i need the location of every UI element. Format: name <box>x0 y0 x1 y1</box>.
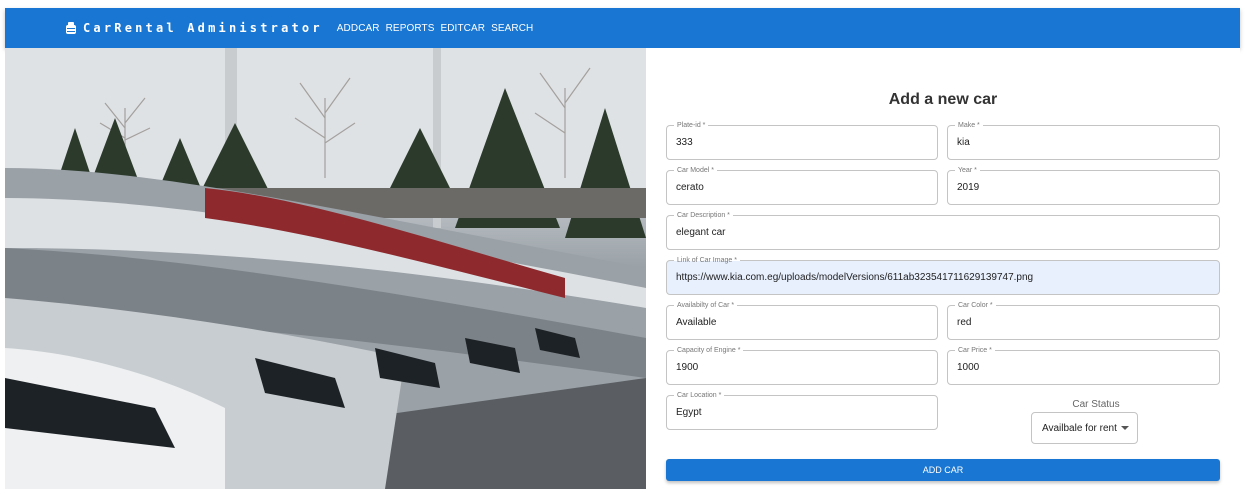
engine-capacity-field[interactable]: Capacity of Engine * 1900 <box>666 346 938 385</box>
car-location-value: Egypt <box>676 407 702 418</box>
car-model-field[interactable]: Car Model * cerato <box>666 166 938 205</box>
nav-addcar[interactable]: ADDCAR <box>337 23 380 34</box>
availability-label: Availabilty of Car * <box>674 301 738 310</box>
app-bar: CarRental Administrator ADDCAR REPORTS E… <box>5 8 1240 48</box>
brand[interactable]: CarRental Administrator <box>65 21 323 35</box>
make-value: kia <box>957 137 970 148</box>
car-lot-illustration <box>5 48 646 489</box>
car-color-value: red <box>957 317 972 328</box>
availability-field[interactable]: Availabilty of Car * Available <box>666 301 938 340</box>
plate-id-field[interactable]: Plate-id * 333 <box>666 121 938 160</box>
window-top-strip <box>0 0 1248 8</box>
car-model-label: Car Model * <box>674 166 717 175</box>
car-price-label: Car Price * <box>955 346 995 355</box>
year-value: 2019 <box>957 182 980 193</box>
car-image-link-label: Link of Car Image * <box>674 256 740 265</box>
car-color-field[interactable]: Car Color * red <box>947 301 1220 340</box>
car-location-label: Car Location * <box>674 391 725 400</box>
engine-capacity-label: Capacity of Engine * <box>674 346 744 355</box>
car-description-label: Car Description * <box>674 211 733 220</box>
nav-reports[interactable]: REPORTS <box>386 23 435 34</box>
car-location-field[interactable]: Car Location * Egypt <box>666 391 938 430</box>
car-status-selected: Availbale for rent <box>1042 422 1117 434</box>
add-car-panel: Add a new car Plate-id * 333 Make * kia … <box>646 48 1240 489</box>
car-model-value: cerato <box>676 182 704 193</box>
car-description-field[interactable]: Car Description * elegant car <box>666 211 1220 250</box>
add-car-button[interactable]: ADD CAR <box>666 459 1220 481</box>
nav-search[interactable]: SEARCH <box>491 23 533 34</box>
availability-value: Available <box>676 317 717 328</box>
car-rental-logo-icon <box>66 22 76 34</box>
engine-capacity-value: 1900 <box>676 362 699 373</box>
car-lot-photo <box>5 48 646 489</box>
plate-id-value: 333 <box>676 137 693 148</box>
car-image-link-value: https://www.kia.com.eg/uploads/modelVers… <box>676 272 1034 283</box>
car-description-value: elegant car <box>676 227 726 238</box>
nav-editcar[interactable]: EDITCAR <box>440 23 485 34</box>
caret-down-icon <box>1121 426 1129 430</box>
car-price-value: 1000 <box>957 362 980 373</box>
car-status-label: Car Status <box>1072 399 1120 410</box>
car-color-label: Car Color * <box>955 301 996 310</box>
plate-id-label: Plate-id * <box>674 121 709 130</box>
make-label: Make * <box>955 121 983 130</box>
car-status-select[interactable]: Availbale for rent <box>1031 412 1138 444</box>
car-price-field[interactable]: Car Price * 1000 <box>947 346 1220 385</box>
brand-title: CarRental Administrator <box>83 21 323 35</box>
year-label: Year * <box>955 166 980 175</box>
make-field[interactable]: Make * kia <box>947 121 1220 160</box>
year-field[interactable]: Year * 2019 <box>947 166 1220 205</box>
form-title: Add a new car <box>888 91 998 108</box>
main-nav: ADDCAR REPORTS EDITCAR SEARCH <box>337 23 540 34</box>
car-image-link-field[interactable]: Link of Car Image * https://www.kia.com.… <box>666 256 1220 295</box>
